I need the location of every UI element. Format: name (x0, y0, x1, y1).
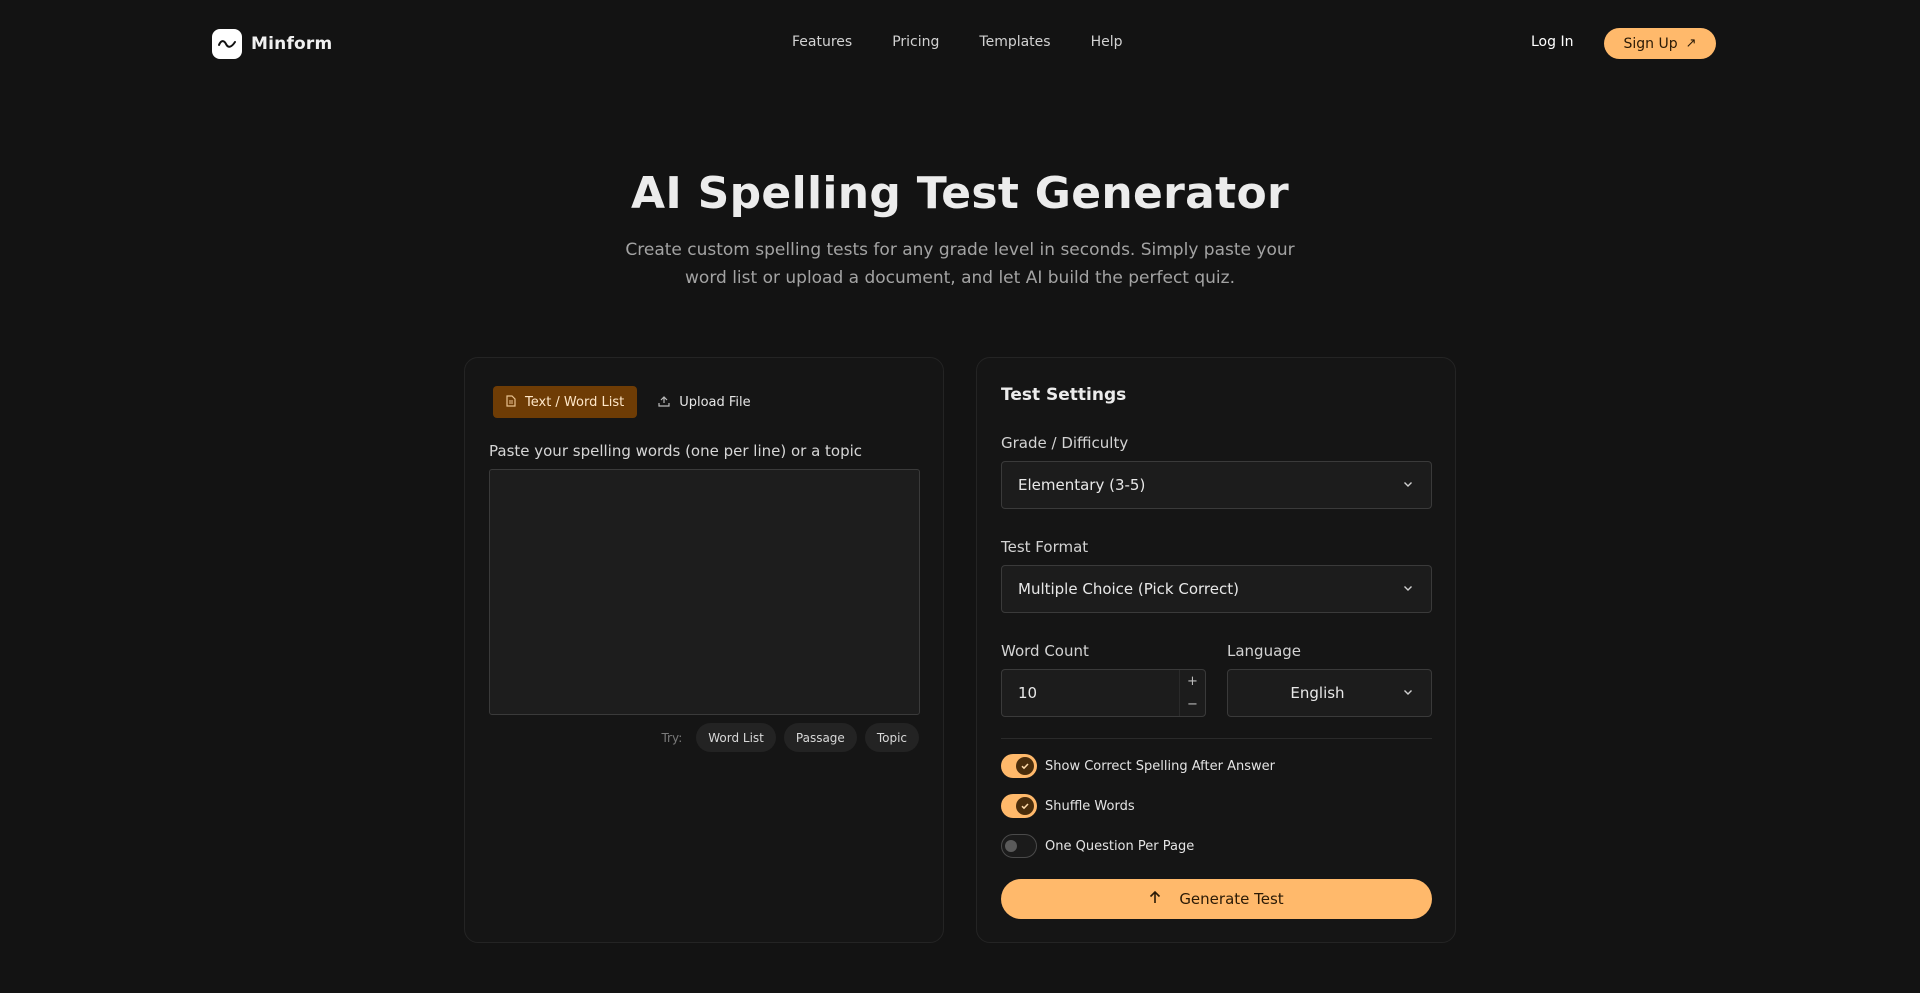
stepper-buttons: + − (1179, 670, 1205, 716)
upload-icon (658, 395, 670, 410)
generate-label: Generate Test (1179, 890, 1284, 908)
toggle-label: Shuffle Words (1045, 798, 1135, 814)
example-chip-passage[interactable]: Passage (783, 723, 857, 752)
nav-link-help[interactable]: Help (1091, 34, 1123, 50)
chevron-down-icon (1404, 586, 1412, 591)
toggle-switch-on[interactable] (1001, 754, 1037, 778)
nav-links: Features Pricing Templates Help (792, 34, 1163, 50)
divider (1001, 738, 1432, 739)
grade-value: Elementary (3-5) (1018, 476, 1146, 494)
signup-button[interactable]: Sign Up ↗ (1604, 28, 1716, 59)
format-label: Test Format (1001, 538, 1089, 556)
input-panel: Text / Word List Upload File Paste your … (464, 357, 944, 943)
toggle-label: Show Correct Spelling After Answer (1045, 758, 1275, 774)
chevron-down-icon (1404, 482, 1412, 487)
grade-select[interactable]: Elementary (3-5) (1001, 461, 1432, 509)
textarea-label: Paste your spelling words (one per line)… (489, 442, 863, 460)
example-chip-topic[interactable]: Topic (864, 723, 919, 752)
word-count-stepper[interactable]: 10 + − (1001, 669, 1206, 717)
settings-panel: Test Settings Grade / Difficulty Element… (976, 357, 1456, 943)
arrow-up-icon (1149, 890, 1161, 908)
toggle-switch-on[interactable] (1001, 794, 1037, 818)
toggle-shuffle-words[interactable]: Shuffle Words (1001, 794, 1135, 818)
language-select[interactable]: English (1227, 669, 1432, 717)
tab-label: Upload File (679, 394, 751, 410)
top-nav: Minform Features Pricing Templates Help … (0, 0, 1920, 86)
input-tabs: Text / Word List Upload File (493, 386, 764, 418)
chevron-down-icon (1404, 690, 1412, 695)
tab-text-word-list[interactable]: Text / Word List (493, 386, 638, 418)
toggle-label: One Question Per Page (1045, 838, 1195, 854)
check-icon (1016, 797, 1034, 815)
spelling-words-textarea[interactable] (489, 469, 920, 715)
generate-test-button[interactable]: Generate Test (1001, 879, 1432, 919)
format-select[interactable]: Multiple Choice (Pick Correct) (1001, 565, 1432, 613)
page-title: AI Spelling Test Generator (631, 168, 1289, 219)
word-count-label: Word Count (1001, 642, 1089, 660)
document-icon (506, 394, 516, 410)
settings-title: Test Settings (1001, 385, 1127, 405)
decrement-icon[interactable]: − (1180, 693, 1205, 716)
toggle-knob (1005, 840, 1017, 852)
word-count-value: 10 (1018, 684, 1038, 702)
nav-link-pricing[interactable]: Pricing (892, 34, 939, 50)
check-icon (1016, 757, 1034, 775)
format-value: Multiple Choice (Pick Correct) (1018, 580, 1239, 598)
arrow-up-right-icon: ↗ (1685, 36, 1697, 51)
toggle-show-correct-spelling[interactable]: Show Correct Spelling After Answer (1001, 754, 1275, 778)
nav-link-templates[interactable]: Templates (979, 34, 1050, 50)
page-subtitle: Create custom spelling tests for any gra… (625, 240, 1295, 288)
tab-upload-file[interactable]: Upload File (645, 386, 763, 418)
grade-label: Grade / Difficulty (1001, 434, 1129, 452)
brand-logo[interactable]: Minform (212, 29, 332, 59)
example-chips: Try: Word List Passage Topic (661, 723, 919, 752)
nav-link-features[interactable]: Features (792, 34, 852, 50)
logo-wave-icon (212, 29, 242, 59)
increment-icon[interactable]: + (1180, 670, 1205, 693)
toggle-one-question-per-page[interactable]: One Question Per Page (1001, 834, 1194, 858)
language-value: English (1290, 684, 1345, 702)
example-chip-word-list[interactable]: Word List (696, 723, 776, 752)
brand-name: Minform (251, 34, 333, 54)
tab-label: Text / Word List (525, 394, 625, 410)
login-link[interactable]: Log In (1531, 34, 1573, 50)
signup-label: Sign Up (1623, 35, 1678, 52)
language-label: Language (1227, 642, 1302, 660)
toggle-switch-off[interactable] (1001, 834, 1037, 858)
try-label: Try: (661, 730, 683, 745)
